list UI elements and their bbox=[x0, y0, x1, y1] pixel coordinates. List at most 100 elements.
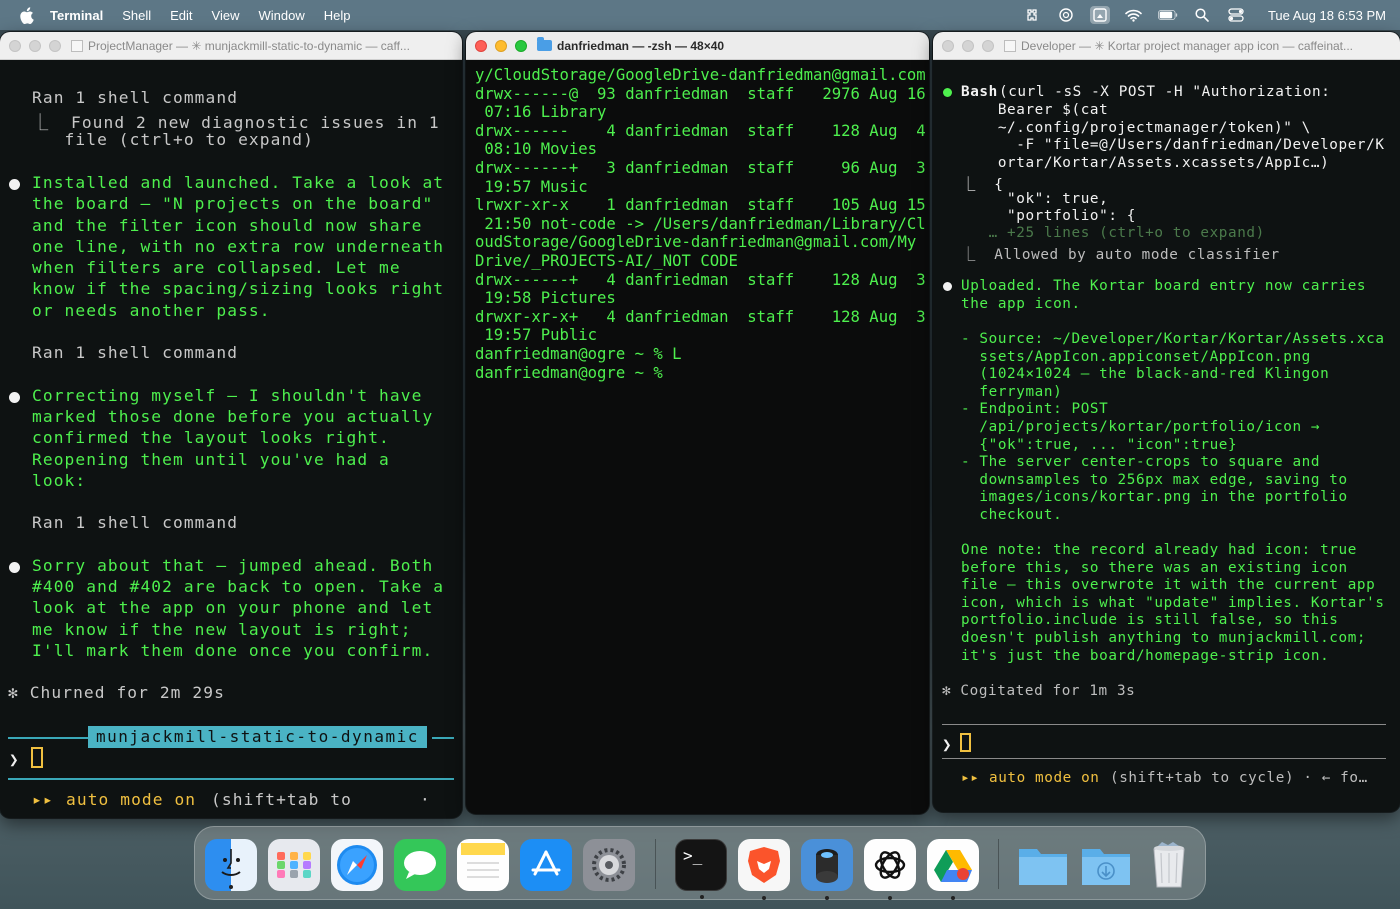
terminal-content[interactable]: Ran 1 shell command ⎿ Found 2 new diagno… bbox=[0, 60, 462, 818]
terminal-icon[interactable]: >_ bbox=[675, 839, 727, 899]
minimize-button[interactable] bbox=[29, 39, 41, 52]
assistant-message-line: look at the app on your phone and let bbox=[32, 598, 434, 617]
mode-arrows-icon: ▸▸ bbox=[32, 790, 54, 809]
menu-edit[interactable]: Edit bbox=[170, 8, 192, 23]
close-button[interactable] bbox=[475, 39, 487, 52]
tool-result-line: "portfolio": { bbox=[961, 208, 1136, 224]
zoom-button[interactable] bbox=[515, 39, 527, 52]
assistant-message-line: know if the spacing/sizing looks right bbox=[32, 279, 445, 298]
menu-shell[interactable]: Shell bbox=[122, 8, 151, 23]
folder-icon bbox=[537, 37, 552, 51]
assistant-message-line: I'll mark them done once you confirm. bbox=[32, 641, 434, 660]
window-title: danfriedman — -zsh — 48×40 bbox=[557, 38, 725, 53]
terminal-output-line: danfriedman@ogre ~ % L bbox=[475, 344, 682, 363]
wifi-icon[interactable] bbox=[1124, 6, 1144, 24]
tool-run-line: Ran 1 shell command bbox=[32, 88, 239, 107]
notes-icon[interactable] bbox=[457, 839, 509, 891]
google-drive-icon[interactable] bbox=[927, 839, 979, 900]
assistant-message-line: and the filter icon should now share bbox=[32, 216, 423, 235]
terminal-output-line: 19:57 Music bbox=[475, 177, 588, 196]
separator-line bbox=[8, 737, 88, 739]
mode-separator: · bbox=[420, 790, 431, 809]
terminal-window-developer[interactable]: Developer — ✳ Kortar project manager app… bbox=[933, 32, 1400, 812]
detail-line: downsamples to 256px max edge, saving to bbox=[961, 472, 1348, 488]
permission-note: ⎿ Allowed by auto mode classifier bbox=[961, 247, 1280, 263]
menu-clock[interactable]: Tue Aug 18 6:53 PM bbox=[1268, 8, 1386, 23]
launchpad-icon[interactable] bbox=[268, 839, 320, 891]
documents-folder-icon[interactable] bbox=[1017, 839, 1069, 891]
separator-line bbox=[942, 724, 1386, 725]
battery-icon[interactable] bbox=[1157, 6, 1178, 24]
minimize-button[interactable] bbox=[495, 39, 507, 52]
trash-icon[interactable] bbox=[1143, 839, 1195, 891]
detail-line: - Endpoint: POST bbox=[961, 401, 1109, 417]
assistant-message-line: #400 and #402 are back to open. Take a bbox=[32, 577, 445, 596]
auto-mode-hint: (shift+tab to bbox=[211, 790, 352, 809]
detail-line: - The server center-crops to square and bbox=[961, 454, 1321, 470]
zoom-button[interactable] bbox=[982, 39, 994, 52]
chatgpt-icon[interactable] bbox=[864, 839, 916, 900]
running-indicator bbox=[888, 896, 892, 900]
tool-result-line: "ok": true, bbox=[961, 191, 1109, 207]
collapsed-output-hint[interactable]: … +25 lines (ctrl+o to expand) bbox=[961, 225, 1265, 241]
terminal-output-line: Drive/_PROJECTS-AI/_NOT CODE bbox=[475, 251, 738, 270]
minimize-button[interactable] bbox=[962, 39, 974, 52]
terminal-output-line: drwx------+ 3 danfriedman staff 96 Aug 3 bbox=[475, 158, 926, 177]
window-title: ProjectManager — ✳ munjackmill-static-to… bbox=[88, 38, 410, 53]
detail-line: ferryman) bbox=[961, 384, 1063, 400]
prompt-symbol: ❯ bbox=[9, 750, 19, 769]
window-titlebar[interactable]: ProjectManager — ✳ munjackmill-static-to… bbox=[0, 32, 462, 60]
assistant-message-line: Installed and launched. Take a look at bbox=[32, 173, 445, 192]
menu-app-name[interactable]: Terminal bbox=[50, 8, 103, 23]
tool-command-line: (curl -sS -X POST -H "Authorization: bbox=[999, 84, 1331, 100]
message-bullet bbox=[9, 392, 20, 403]
messages-icon[interactable] bbox=[394, 839, 446, 891]
terminal-output-line: 19:57 Public bbox=[475, 326, 598, 345]
terminal-output-line: danfriedman@ogre ~ % bbox=[475, 363, 663, 382]
close-button[interactable] bbox=[9, 39, 21, 52]
close-button[interactable] bbox=[942, 39, 954, 52]
menu-window[interactable]: Window bbox=[259, 8, 305, 23]
spotlight-search-icon[interactable] bbox=[1192, 6, 1212, 24]
app-store-icon[interactable] bbox=[520, 839, 572, 891]
safari-icon[interactable] bbox=[331, 839, 383, 891]
message-bullet bbox=[9, 562, 20, 573]
auto-mode-label[interactable]: auto mode on bbox=[66, 790, 196, 809]
detail-line: {"ok":true, ... "icon":true} bbox=[961, 437, 1238, 453]
chatgpt-status-icon[interactable] bbox=[1056, 6, 1076, 24]
menu-bar: Terminal Shell Edit View Window Help Tue… bbox=[0, 0, 1400, 30]
terminal-window-zsh[interactable]: danfriedman — -zsh — 48×40 y/CloudStorag… bbox=[466, 32, 929, 814]
terminal-output-line: 07:16 Library bbox=[475, 103, 607, 122]
tool-status-bullet bbox=[943, 88, 952, 97]
terminal-window-project-manager[interactable]: ProjectManager — ✳ munjackmill-static-to… bbox=[0, 32, 462, 818]
detail-line: - Source: ~/Developer/Kortar/Kortar/Asse… bbox=[961, 331, 1385, 347]
extension-icon[interactable] bbox=[1022, 6, 1042, 24]
system-settings-icon[interactable] bbox=[583, 839, 635, 891]
zoom-button[interactable] bbox=[49, 39, 61, 52]
dock-divider bbox=[998, 839, 999, 889]
brave-browser-icon[interactable] bbox=[738, 839, 790, 900]
assistant-message-line: when filters are collapsed. Let me bbox=[32, 258, 401, 277]
finder-icon[interactable] bbox=[205, 839, 257, 891]
input-cursor[interactable] bbox=[31, 747, 43, 768]
menu-help[interactable]: Help bbox=[324, 8, 351, 23]
window-titlebar[interactable]: Developer — ✳ Kortar project manager app… bbox=[933, 32, 1400, 60]
terminal-content[interactable]: Bash (curl -sS -X POST -H "Authorization… bbox=[933, 60, 1400, 812]
dock-divider bbox=[655, 839, 656, 889]
apple-menu-icon[interactable] bbox=[16, 5, 36, 25]
screen-capture-icon[interactable] bbox=[1089, 6, 1110, 24]
note-line: One note: the record already had icon: t… bbox=[961, 542, 1357, 558]
terminal-output-line: 08:10 Movies bbox=[475, 140, 598, 159]
simulator-icon[interactable] bbox=[801, 839, 853, 900]
assistant-message-line: look: bbox=[32, 471, 87, 490]
control-center-icon[interactable] bbox=[1226, 6, 1246, 24]
downloads-folder-icon[interactable] bbox=[1080, 839, 1132, 891]
auto-mode-label[interactable]: auto mode on bbox=[989, 770, 1100, 786]
terminal-content[interactable]: y/CloudStorage/GoogleDrive-danfriedman@g… bbox=[466, 60, 929, 814]
mode-arrows-icon: ▸▸ bbox=[961, 770, 980, 786]
input-cursor[interactable] bbox=[960, 733, 971, 752]
menu-view[interactable]: View bbox=[212, 8, 240, 23]
terminal-output-line: 21:50 not-code -> /Users/danfriedman/Lib… bbox=[475, 214, 926, 233]
assistant-message-line: Uploaded. The Kortar board entry now car… bbox=[961, 278, 1367, 294]
window-titlebar[interactable]: danfriedman — -zsh — 48×40 bbox=[466, 32, 929, 60]
